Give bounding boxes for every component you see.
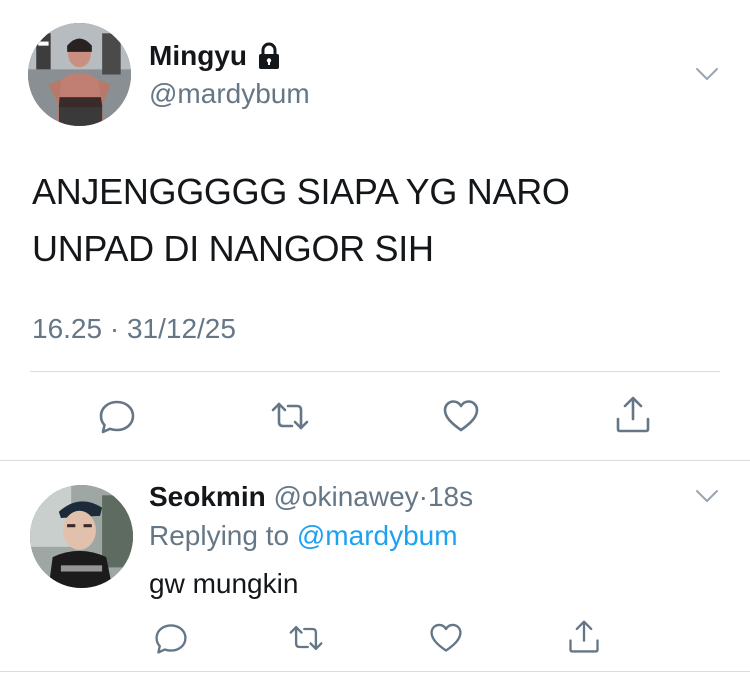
divider: [30, 371, 720, 372]
author-name-row: Mingyu: [149, 40, 281, 72]
share-icon: [569, 620, 599, 653]
share-button[interactable]: [564, 617, 604, 657]
retweet-icon: [271, 402, 309, 430]
tweet-text: ANJENGGGGG SIAPA YG NARO UNPAD DI NANGOR…: [32, 163, 672, 277]
author-avatar[interactable]: [28, 23, 131, 126]
chevron-down-icon[interactable]: [695, 66, 719, 82]
tweet-text-line: UNPAD DI NANGOR SIH: [32, 228, 434, 269]
reply-age[interactable]: 18s: [428, 481, 473, 512]
reply-button[interactable]: [151, 618, 191, 658]
author-name[interactable]: Mingyu: [149, 40, 247, 72]
author-handle[interactable]: @mardybum: [149, 78, 310, 110]
avatar-image: [30, 485, 133, 588]
retweet-icon: [289, 626, 323, 650]
reply-header: Seokmin @okinawey·18s: [149, 481, 473, 513]
reply-author-name[interactable]: Seokmin: [149, 481, 266, 512]
share-icon: [616, 396, 650, 433]
reply-icon: [99, 400, 135, 434]
heart-icon: [443, 400, 479, 432]
retweet-button[interactable]: [286, 618, 326, 658]
avatar-image: [28, 23, 131, 126]
replying-to-line: Replying to @mardybum: [149, 520, 458, 552]
like-button[interactable]: [426, 618, 466, 658]
chevron-down-icon[interactable]: [695, 488, 719, 504]
replying-to-label: Replying to: [149, 520, 290, 551]
share-button[interactable]: [613, 395, 653, 435]
replying-to-mention[interactable]: @mardybum: [297, 520, 458, 551]
reply-author-avatar[interactable]: [30, 485, 133, 588]
like-button[interactable]: [441, 396, 481, 436]
reply-author-handle[interactable]: @okinawey: [273, 481, 418, 512]
reply-button[interactable]: [97, 396, 137, 436]
retweet-button[interactable]: [270, 396, 310, 436]
divider: [0, 671, 750, 672]
meta-separator: ·: [418, 481, 428, 512]
reply-icon: [155, 624, 187, 654]
heart-icon: [430, 623, 462, 652]
lock-icon: [257, 42, 281, 70]
tweet-text-line: ANJENGGGGG SIAPA YG NARO: [32, 171, 570, 212]
divider: [0, 460, 750, 461]
reply-text: gw mungkin: [149, 568, 299, 599]
tweet-timestamp[interactable]: 16.25 · 31/12/25: [32, 313, 236, 345]
